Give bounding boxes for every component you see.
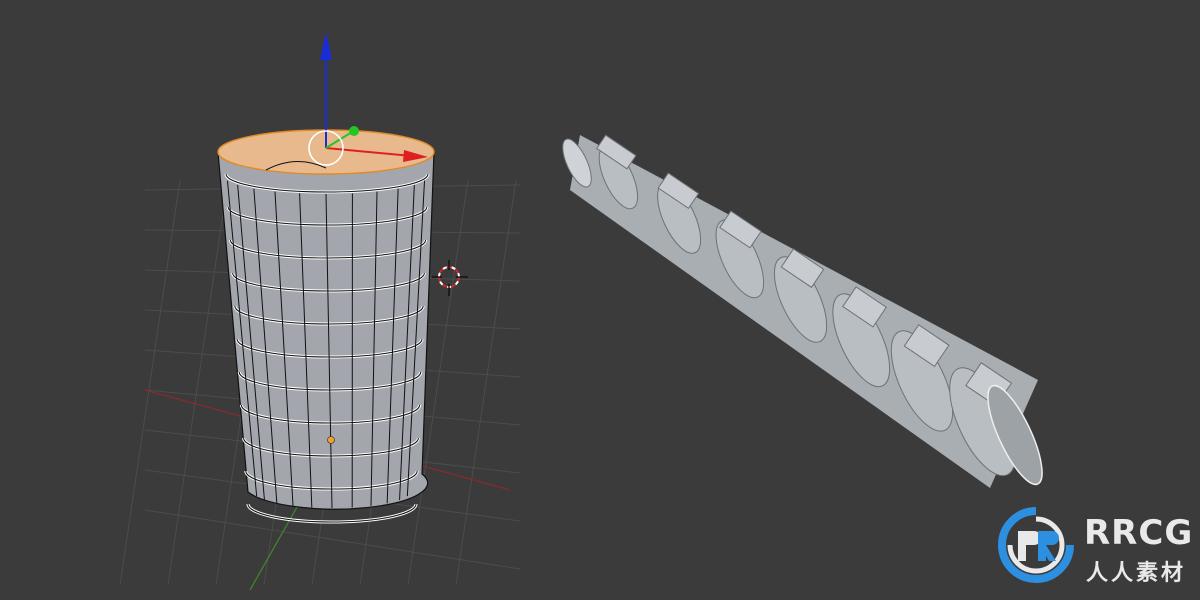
y-axis-handle[interactable]	[349, 126, 359, 136]
3d-cursor-icon[interactable]	[432, 260, 468, 296]
grid-line	[144, 509, 521, 570]
grid-line	[455, 179, 517, 586]
rrcg-logo-icon	[998, 507, 1074, 583]
watermark-subtitle: 人人素材	[1086, 561, 1187, 586]
watermark-title: RRCG	[1084, 513, 1194, 553]
shaded-cylinder[interactable]	[557, 134, 1052, 491]
z-axis-arrowhead[interactable]	[320, 32, 332, 60]
edit-mode-cylinder[interactable]	[217, 129, 435, 524]
origin-point	[327, 436, 335, 444]
rrcg-watermark: RRCG 人人素材	[996, 505, 1196, 595]
grid-line	[167, 179, 229, 586]
3d-viewport[interactable]: RRCG 人人素材	[0, 0, 1200, 600]
grid-line	[119, 179, 181, 586]
